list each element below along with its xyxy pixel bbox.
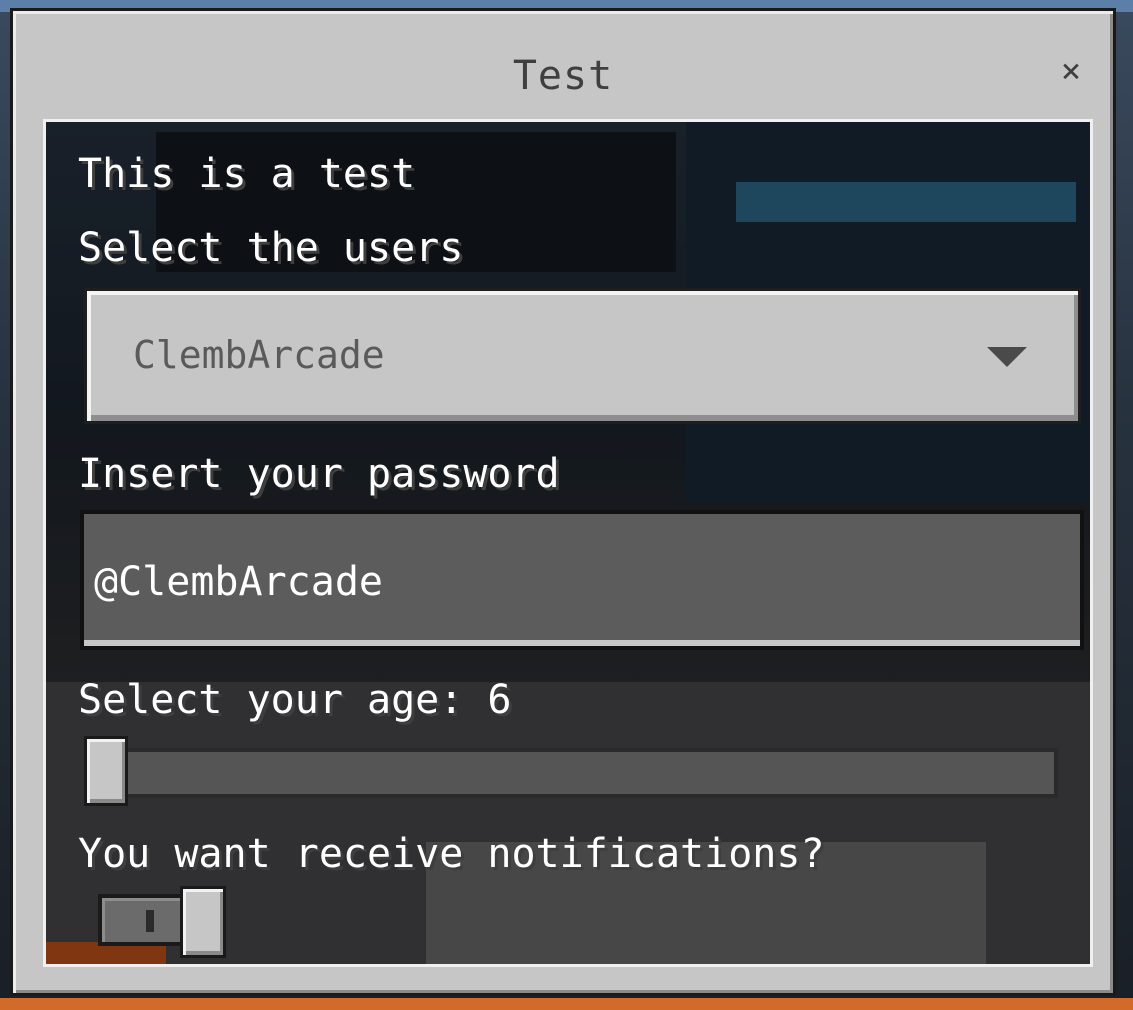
age-label: Select your age: 6 bbox=[78, 677, 512, 723]
ground-strip bbox=[0, 998, 1133, 1010]
toggle-track bbox=[98, 894, 188, 946]
intro-label: This is a test bbox=[78, 151, 416, 197]
notifications-label: You want receive notifications? bbox=[78, 831, 825, 877]
close-icon[interactable]: × bbox=[1053, 53, 1089, 89]
toggle-off-mark bbox=[146, 910, 154, 932]
age-slider-track[interactable] bbox=[86, 748, 1058, 798]
users-dropdown-value: ClembArcade bbox=[133, 333, 385, 377]
password-label: Insert your password bbox=[78, 451, 560, 497]
users-label: Select the users bbox=[78, 225, 464, 271]
toggle-knob bbox=[180, 886, 226, 958]
dialog-title: Test bbox=[512, 53, 614, 99]
chevron-down-icon bbox=[987, 347, 1027, 367]
password-input[interactable]: @ClembArcade bbox=[80, 510, 1084, 650]
form-dialog: Test × This is a test Select the users C… bbox=[10, 8, 1116, 996]
age-slider-handle[interactable] bbox=[84, 736, 128, 806]
form-content-panel: This is a test Select the users ClembArc… bbox=[43, 119, 1093, 967]
users-dropdown[interactable]: ClembArcade bbox=[84, 288, 1081, 424]
notifications-toggle[interactable] bbox=[98, 886, 228, 958]
